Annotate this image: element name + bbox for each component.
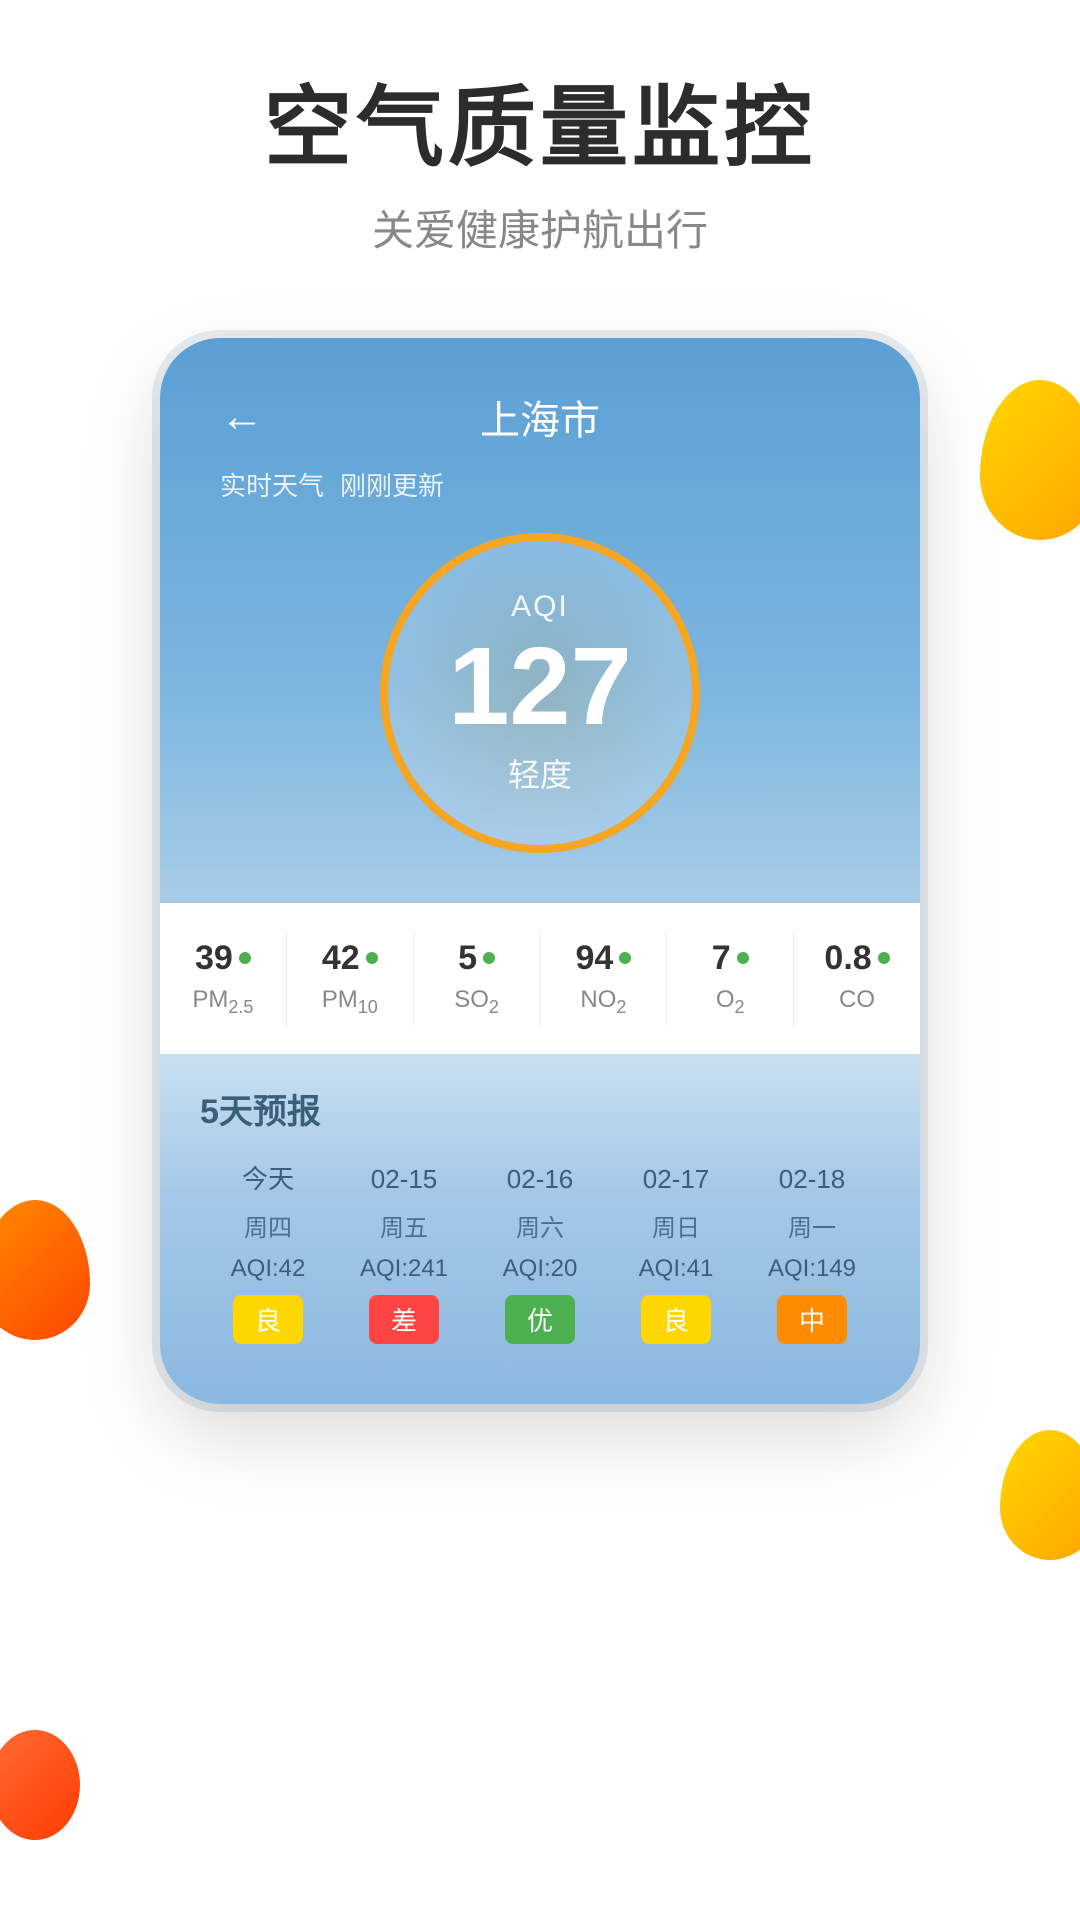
city-title: 上海市	[480, 388, 600, 446]
pollutant-so2: 5 SO2	[414, 931, 541, 1026]
app-screen: ← 上海市 实时天气 刚刚更新 AQI 127 轻度 39	[160, 338, 920, 1405]
aqi-level: 轻度	[508, 750, 572, 796]
pm25-dot	[239, 952, 251, 964]
forecast-day-1: 02-15 周五 AQI:241 差	[336, 1163, 472, 1345]
o2-dot	[737, 952, 749, 964]
forecast-badge-1: 差	[369, 1295, 439, 1344]
pollutant-pm25: 39 PM2.5	[160, 931, 287, 1026]
forecast-badge-3: 良	[641, 1295, 711, 1344]
forecast-grid: 今天 周四 AQI:42 良 02-15 周五 AQI:241 差 02-16 …	[200, 1163, 880, 1345]
pollutant-pm10: 42 PM10	[287, 931, 414, 1026]
decorative-blob-bottom-left	[0, 1730, 80, 1840]
weather-top-section: ← 上海市 实时天气 刚刚更新 AQI 127 轻度	[160, 338, 920, 903]
page-header: 空气质量监控 关爱健康护航出行	[0, 0, 1080, 298]
status-time: 刚刚更新	[340, 466, 444, 503]
co-dot	[878, 952, 890, 964]
forecast-title: 5天预报	[200, 1084, 880, 1133]
forecast-day-4: 02-18 周一 AQI:149 中	[744, 1163, 880, 1345]
aqi-label: AQI	[511, 590, 569, 624]
aqi-circle: AQI 127 轻度	[380, 533, 700, 853]
decorative-blob-left	[0, 1200, 90, 1340]
phone-mockup: ← 上海市 实时天气 刚刚更新 AQI 127 轻度 39	[160, 338, 920, 1405]
forecast-day-3: 02-17 周日 AQI:41 良	[608, 1163, 744, 1345]
forecast-badge-2: 优	[505, 1295, 575, 1344]
pollutant-co: 0.8 CO	[794, 931, 920, 1026]
pollutant-row: 39 PM2.5 42 PM10 5 SO2	[160, 903, 920, 1054]
aqi-container: AQI 127 轻度	[220, 533, 860, 903]
decorative-blob-right	[980, 380, 1080, 540]
nav-bar: ← 上海市	[220, 388, 860, 446]
no2-dot	[619, 952, 631, 964]
pollutant-no2: 94 NO2	[540, 931, 667, 1026]
forecast-badge-0: 良	[233, 1295, 303, 1344]
forecast-day-0: 今天 周四 AQI:42 良	[200, 1163, 336, 1345]
so2-dot	[483, 952, 495, 964]
status-label: 实时天气	[220, 466, 324, 503]
aqi-value: 127	[448, 632, 632, 742]
page-title: 空气质量监控	[0, 80, 1080, 177]
back-button[interactable]: ←	[220, 392, 264, 442]
forecast-day-2: 02-16 周六 AQI:20 优	[472, 1163, 608, 1345]
forecast-badge-4: 中	[777, 1295, 847, 1344]
forecast-section: 5天预报 今天 周四 AQI:42 良 02-15 周五 AQI:241 差 0…	[160, 1054, 920, 1405]
pollutant-o2: 7 O2	[667, 931, 794, 1026]
pm10-dot	[366, 952, 378, 964]
status-bar: 实时天气 刚刚更新	[220, 466, 860, 503]
page-subtitle: 关爱健康护航出行	[0, 197, 1080, 258]
decorative-blob-bottom-right	[1000, 1430, 1080, 1560]
